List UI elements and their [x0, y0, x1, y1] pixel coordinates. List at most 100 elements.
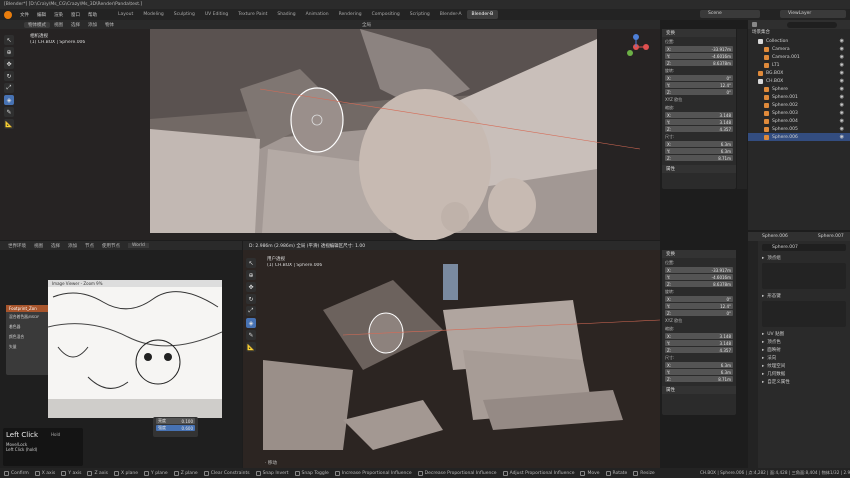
- mode-dropdown[interactable]: 物体模式: [24, 21, 50, 28]
- bottom-np-loc-field-1[interactable]: Y: -4.6016m: [665, 274, 733, 280]
- node-header-item-2[interactable]: 选择: [47, 243, 64, 249]
- measure-tool-icon[interactable]: 📐: [246, 342, 256, 352]
- world-selector[interactable]: World: [128, 243, 149, 248]
- outliner-row[interactable]: Sphere.006 ◉: [748, 133, 850, 141]
- prop-section-8[interactable]: ▸ 自定义属性: [748, 378, 850, 386]
- menu-edit[interactable]: 编辑: [33, 12, 50, 18]
- bottom-np-rot-field-1[interactable]: Y: 12.4°: [665, 303, 733, 309]
- scale-tool-icon[interactable]: ⤢: [4, 83, 14, 93]
- rotate-tool-icon[interactable]: ↻: [4, 71, 14, 81]
- scale-tool-icon[interactable]: ⤢: [246, 306, 256, 316]
- top-np-dims-field-0[interactable]: X: 6.3m: [665, 141, 733, 147]
- shader-node[interactable]: Footprint_Zon 混合着色器/BSDF 着色器 颜色混合 矢量: [6, 305, 50, 375]
- workspace-tab-7[interactable]: Rendering: [334, 10, 367, 19]
- menu-help[interactable]: 帮助: [84, 12, 101, 18]
- node-socket-row[interactable]: 混合着色器/BSDF: [6, 312, 50, 322]
- add-menu[interactable]: 添加: [84, 22, 101, 28]
- top-np-dims-field-1[interactable]: Y: 6.3m: [665, 148, 733, 154]
- workspace-tab-2[interactable]: Sculpting: [169, 10, 200, 19]
- menu-window[interactable]: 窗口: [67, 12, 84, 18]
- visibility-eye-icon[interactable]: ◉: [840, 54, 844, 60]
- visibility-eye-icon[interactable]: ◉: [840, 94, 844, 100]
- prop-list-box[interactable]: [762, 301, 846, 327]
- prop-section-1[interactable]: ▸ 形态键: [748, 292, 850, 300]
- prop-section-5[interactable]: ▸ 法向: [748, 354, 850, 362]
- visibility-eye-icon[interactable]: ◉: [840, 78, 844, 84]
- visibility-eye-icon[interactable]: ◉: [840, 62, 844, 68]
- popup-field-strength[interactable]: 强度 0.600: [156, 425, 195, 431]
- workspace-tab-1[interactable]: Modeling: [138, 10, 168, 19]
- cursor-tool-icon[interactable]: ⊕: [4, 47, 14, 57]
- top-np-rot-field-1[interactable]: Y: 12.4°: [665, 82, 733, 88]
- bottom-np-dims-field-2[interactable]: Z: 8.71m: [665, 376, 733, 382]
- menu-file[interactable]: 文件: [16, 12, 33, 18]
- workspace-tab-9[interactable]: Scripting: [405, 10, 435, 19]
- bottom-np-scale-field-1[interactable]: Y: 3.148: [665, 340, 733, 346]
- outliner-row[interactable]: BG.BOX ◉: [748, 69, 850, 77]
- visibility-eye-icon[interactable]: ◉: [840, 86, 844, 92]
- node-socket-row[interactable]: 矢量: [6, 342, 50, 352]
- bottom-np-loc-field-0[interactable]: X: -33.917m: [665, 267, 733, 273]
- prop-section-7[interactable]: ▸ 几何数据: [748, 370, 850, 378]
- visibility-eye-icon[interactable]: ◉: [840, 134, 844, 140]
- value-popup[interactable]: 亮度 0.100 强度 0.600: [153, 417, 198, 437]
- workspace-tab-4[interactable]: Texture Paint: [233, 10, 272, 19]
- node-socket-row[interactable]: 颜色混合: [6, 332, 50, 342]
- workspace-tab-11[interactable]: Blender-B: [466, 10, 499, 19]
- workspace-tab-10[interactable]: Blender-A: [435, 10, 467, 19]
- top-np-properties-header[interactable]: 属性: [662, 165, 736, 173]
- transform-tool-icon[interactable]: ◈: [4, 95, 14, 105]
- scene-selector[interactable]: Scene: [700, 10, 760, 18]
- top-np-rot-field-0[interactable]: X: 0°: [665, 75, 733, 81]
- prop-section-0[interactable]: ▸ 顶点组: [748, 254, 850, 262]
- measure-tool-icon[interactable]: 📐: [4, 119, 14, 129]
- object-menu[interactable]: 物体: [101, 22, 118, 28]
- top-np-dims-field-2[interactable]: Z: 8.71m: [665, 155, 733, 161]
- node-header-item-3[interactable]: 添加: [64, 243, 81, 249]
- visibility-eye-icon[interactable]: ◉: [840, 110, 844, 116]
- outliner-search-input[interactable]: [787, 21, 837, 28]
- outliner-row[interactable]: Camera ◉: [748, 45, 850, 53]
- top-viewport[interactable]: 相机透视 (1) CH.BOX | Sphere.006 ↖ ⊕ ✥ ↻ ⤢ ◈…: [0, 29, 660, 240]
- top-np-scale-field-2[interactable]: Z: 4.357: [665, 126, 733, 132]
- outliner-row[interactable]: Collection ◉: [748, 37, 850, 45]
- visibility-eye-icon[interactable]: ◉: [840, 70, 844, 76]
- bottom-np-scale-field-2[interactable]: Z: 4.357: [665, 347, 733, 353]
- workspace-tab-5[interactable]: Shading: [272, 10, 300, 19]
- top-np-transform-header[interactable]: 变换: [662, 29, 736, 37]
- outliner-row[interactable]: Sphere.003 ◉: [748, 109, 850, 117]
- visibility-eye-icon[interactable]: ◉: [840, 38, 844, 44]
- bottom-np-dims-field-1[interactable]: Y: 6.3m: [665, 369, 733, 375]
- bottom-np-properties-header[interactable]: 属性: [662, 386, 736, 394]
- props-name-field[interactable]: Sphere.007: [762, 244, 846, 251]
- viewlayer-selector[interactable]: ViewLayer: [780, 10, 846, 18]
- transform-orientation[interactable]: 全局: [358, 22, 375, 28]
- node-editor[interactable]: Footprint_Zon 混合着色器/BSDF 着色器 颜色混合 矢量 Image …: [0, 250, 242, 468]
- bottom-np-scale-field-0[interactable]: X: 3.148: [665, 333, 733, 339]
- visibility-eye-icon[interactable]: ◉: [840, 118, 844, 124]
- outliner-row[interactable]: Sphere.001 ◉: [748, 93, 850, 101]
- outliner-row[interactable]: CH.BOX ◉: [748, 77, 850, 85]
- node-header-item-1[interactable]: 视图: [30, 243, 47, 249]
- prop-section-2[interactable]: ▸ UV 贴图: [748, 330, 850, 338]
- top-np-scale-field-0[interactable]: X: 3.148: [665, 112, 733, 118]
- rotate-tool-icon[interactable]: ↻: [246, 294, 256, 304]
- popup-field-brightness[interactable]: 亮度 0.100: [156, 418, 195, 424]
- outliner-row[interactable]: Sphere.004 ◉: [748, 117, 850, 125]
- workspace-tab-0[interactable]: Layout: [113, 10, 138, 19]
- visibility-eye-icon[interactable]: ◉: [840, 46, 844, 52]
- top-np-rot-field-2[interactable]: Z: 0°: [665, 89, 733, 95]
- visibility-eye-icon[interactable]: ◉: [840, 102, 844, 108]
- bottom-np-rot-field-0[interactable]: X: 0°: [665, 296, 733, 302]
- navigation-gizmo[interactable]: [622, 33, 650, 61]
- top-np-scale-field-1[interactable]: Y: 3.148: [665, 119, 733, 125]
- outliner-row[interactable]: Sphere.005 ◉: [748, 125, 850, 133]
- select-tool-icon[interactable]: ↖: [4, 35, 14, 45]
- bottom-viewport[interactable]: 用户透视 (1) CH.BOX | Sphere.006 ↖ ⊕ ✥ ↻ ⤢ ◈…: [243, 250, 660, 468]
- select-menu[interactable]: 选择: [67, 22, 84, 28]
- outliner-row[interactable]: LT1 ◉: [748, 61, 850, 69]
- top-np-loc-field-2[interactable]: Z: 8.6378m: [665, 60, 733, 66]
- node-socket-row[interactable]: 着色器: [6, 322, 50, 332]
- move-tool-icon[interactable]: ✥: [246, 282, 256, 292]
- move-tool-icon[interactable]: ✥: [4, 59, 14, 69]
